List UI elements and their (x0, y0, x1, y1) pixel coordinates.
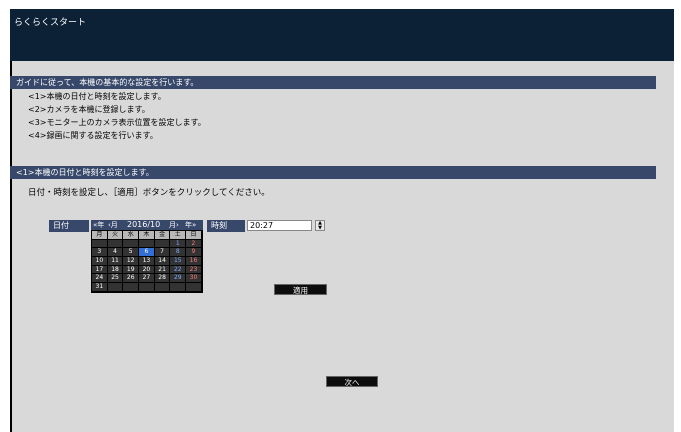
calendar-empty-cell (170, 283, 187, 291)
window-left-border (10, 61, 12, 432)
calendar-day[interactable]: 15 (170, 257, 187, 265)
calendar-day[interactable]: 8 (170, 248, 187, 257)
calendar-day[interactable]: 6 (139, 248, 155, 257)
calendar-day[interactable]: 22 (170, 265, 187, 274)
weekday-thu: 木 (139, 231, 155, 239)
calendar-day[interactable]: 4 (107, 248, 124, 257)
time-label: 時刻 (207, 220, 245, 232)
calendar-day[interactable]: 3 (92, 248, 108, 257)
calendar-day[interactable]: 2 (186, 239, 202, 248)
calendar-current-month: 2016/10 (127, 220, 161, 229)
time-spinner[interactable]: ▲ ▼ (315, 220, 325, 231)
calendar-day[interactable]: 20 (139, 265, 155, 274)
calendar-grid: 月 火 水 木 金 土 日 1 2 3 4 5 6 7 8 9 10 11 12 13 14 15 16 17 1… (92, 231, 202, 292)
calendar-week-row: 24 25 26 27 28 29 30 (92, 274, 202, 283)
calendar-day[interactable]: 25 (107, 274, 124, 283)
calendar-day[interactable]: 5 (123, 248, 140, 257)
calendar-day[interactable]: 27 (139, 274, 155, 283)
calendar-day[interactable]: 9 (186, 248, 202, 257)
calendar-empty-cell (123, 239, 140, 248)
date-label: 日付 (49, 220, 89, 232)
calendar-day[interactable]: 26 (123, 274, 140, 283)
window-title: らくらくスタート (14, 18, 87, 28)
calendar-empty-cell (154, 283, 171, 291)
calendar-empty-cell (107, 283, 124, 291)
section1-header: <1>本機の日付と時刻を設定します。 (10, 166, 656, 179)
calendar-day[interactable]: 24 (92, 274, 108, 283)
calendar-day[interactable]: 14 (154, 257, 171, 265)
calendar-day[interactable]: 10 (92, 257, 108, 265)
calendar-week-row: 31 (92, 283, 202, 292)
calendar-day[interactable]: 17 (92, 265, 108, 274)
calendar-day[interactable]: 23 (186, 265, 202, 274)
calendar-empty-cell (139, 239, 155, 248)
calendar-day[interactable]: 18 (107, 265, 124, 274)
calendar-empty-cell (123, 283, 140, 291)
calendar-day[interactable]: 1 (170, 239, 187, 248)
weekday-wed: 水 (123, 231, 140, 239)
section1-instruction: 日付・時刻を設定し、［適用］ボタンをクリックしてください。 (28, 188, 270, 198)
calendar-day[interactable]: 16 (186, 257, 202, 265)
calendar-week-row: 17 18 19 20 21 22 23 (92, 265, 202, 275)
calendar-empty-cell (107, 239, 124, 248)
calendar-week-row: 12 (92, 239, 202, 249)
time-input[interactable]: 20:27 (247, 220, 312, 231)
weekday-fri: 金 (154, 231, 171, 239)
title-bar: らくらくスタート (10, 9, 674, 61)
calendar-day[interactable]: 12 (123, 257, 140, 265)
calendar-day[interactable]: 29 (170, 274, 187, 283)
next-month-button[interactable]: 月› (169, 220, 179, 230)
calendar-empty-cell (154, 239, 171, 248)
weekday-sun: 日 (186, 231, 202, 239)
guide-step-4: <4>録画に関する設定を行います。 (28, 131, 158, 140)
next-year-button[interactable]: 年» (185, 220, 196, 230)
calendar-empty-cell (186, 283, 202, 291)
calendar-nav: «年 ‹月 2016/10 月› 年» (91, 220, 203, 230)
calendar-day[interactable]: 19 (123, 265, 140, 274)
prev-month-button[interactable]: ‹月 (108, 220, 118, 230)
weekday-sat: 土 (170, 231, 187, 239)
calendar-day[interactable]: 7 (154, 248, 171, 257)
guide-step-3: <3>モニター上のカメラ表示位置を設定します。 (28, 118, 206, 127)
calendar-week-row: 3456789 (92, 248, 202, 257)
prev-year-button[interactable]: «年 (93, 220, 104, 230)
calendar-day[interactable]: 21 (154, 265, 171, 274)
calendar-week-row: 10 11 12 13 14 15 16 (92, 257, 202, 266)
calendar-weekday-row: 月 火 水 木 金 土 日 (92, 231, 202, 240)
calendar-day[interactable]: 13 (139, 257, 155, 265)
next-button[interactable]: 次へ (326, 376, 378, 387)
guide-step-2: <2>カメラを本機に登録します。 (28, 105, 150, 114)
guide-step-1: <1>本機の日付と時刻を設定します。 (28, 92, 166, 101)
calendar-empty-cell (92, 239, 108, 248)
guide-header: ガイドに従って、本機の基本的な設定を行います。 (10, 76, 656, 89)
calendar-day[interactable]: 11 (107, 257, 124, 265)
apply-button[interactable]: 適用 (274, 284, 327, 295)
calendar-day[interactable]: 31 (92, 283, 108, 291)
calendar-day[interactable]: 30 (186, 274, 202, 283)
spin-down-icon[interactable]: ▼ (318, 225, 322, 231)
date-calendar[interactable]: «年 ‹月 2016/10 月› 年» 月 火 水 木 金 土 日 123456… (91, 220, 203, 293)
calendar-empty-cell (139, 283, 155, 291)
weekday-tue: 火 (107, 231, 124, 239)
calendar-day[interactable]: 28 (154, 274, 171, 283)
weekday-mon: 月 (92, 231, 108, 239)
